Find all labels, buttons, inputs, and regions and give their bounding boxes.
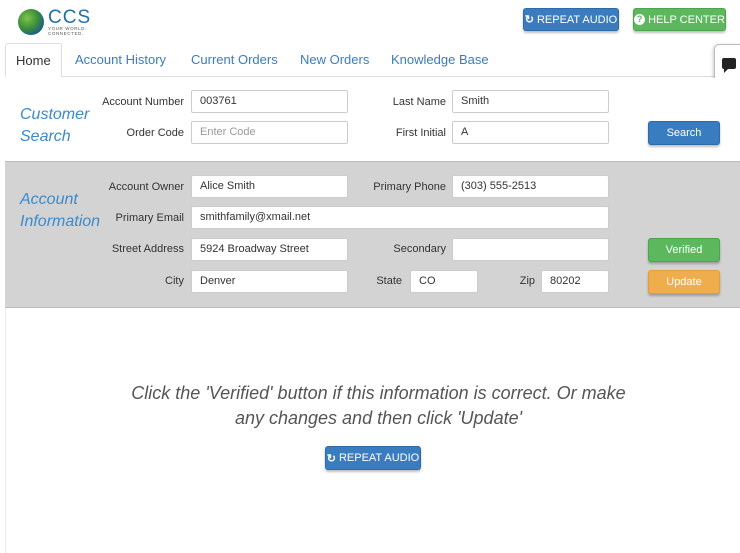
- help-center-label: HELP CENTER: [648, 13, 725, 26]
- nav-tabs: Home Account History Current Orders New …: [5, 43, 740, 77]
- question-circle-icon: ?: [634, 14, 646, 25]
- tab-account-history[interactable]: Account History: [75, 43, 166, 77]
- account-number-label: Account Number: [102, 96, 184, 108]
- refresh-icon: ↻: [524, 14, 534, 26]
- primary-email-label: Primary Email: [115, 212, 184, 224]
- repeat-audio-label: REPEAT AUDIO: [338, 452, 420, 464]
- primary-email-input[interactable]: smithfamily@xmail.net: [191, 206, 609, 229]
- zip-input[interactable]: 80202: [541, 270, 609, 293]
- instruction-message: Click the 'Verified' button if this info…: [131, 383, 626, 428]
- help-center-button[interactable]: ? HELP CENTER: [633, 8, 726, 31]
- tab-knowledge-base[interactable]: Knowledge Base: [391, 43, 489, 77]
- repeat-audio-button-top[interactable]: ↻ REPEAT AUDIO: [523, 8, 619, 31]
- first-initial-input[interactable]: A: [452, 121, 609, 144]
- account-number-input[interactable]: 003761: [191, 90, 348, 113]
- last-name-label: Last Name: [392, 96, 446, 108]
- account-information-title-line2: Information: [20, 213, 101, 230]
- state-label: State: [376, 275, 402, 287]
- city-input[interactable]: Denver: [191, 270, 348, 293]
- state-input[interactable]: CO: [410, 270, 478, 293]
- refresh-icon: ↻: [326, 452, 336, 465]
- order-code-label: Order Code: [126, 127, 184, 139]
- first-initial-label: First Initial: [395, 127, 446, 139]
- account-owner-input[interactable]: Alice Smith: [191, 175, 348, 198]
- street-address-label: Street Address: [111, 243, 184, 255]
- account-owner-label: Account Owner: [108, 181, 184, 193]
- verified-button[interactable]: Verified: [648, 238, 720, 262]
- account-information-title: Account Information: [20, 189, 100, 233]
- logo-tagline: YOUR WORLD. CONNECTED.: [48, 26, 87, 36]
- zip-label: Zip: [519, 275, 535, 287]
- customer-search-title-line2: Search: [20, 128, 71, 145]
- last-name-input[interactable]: Smith: [452, 90, 609, 113]
- tab-new-orders[interactable]: New Orders: [300, 43, 369, 77]
- account-information-section: Account Information Account Owner Alice …: [5, 161, 740, 308]
- customer-search-title-line1: Customer: [20, 106, 90, 123]
- secondary-label: Secondary: [393, 243, 446, 255]
- repeat-audio-button[interactable]: ↻ REPEAT AUDIO: [325, 446, 421, 470]
- customer-search-section: Customer Search Account Number 003761 Or…: [5, 78, 740, 161]
- top-bar: CCS YOUR WORLD. CONNECTED. ↻ REPEAT AUDI…: [0, 0, 740, 42]
- street-address-input[interactable]: 5924 Broadway Street: [191, 238, 348, 261]
- instruction-panel: Click the 'Verified' button if this info…: [5, 309, 740, 553]
- order-code-input[interactable]: Enter Code: [191, 121, 348, 144]
- tab-current-orders[interactable]: Current Orders: [191, 43, 278, 77]
- update-button[interactable]: Update: [648, 270, 720, 294]
- primary-phone-label: Primary Phone: [373, 181, 446, 193]
- account-information-title-line1: Account: [20, 191, 78, 208]
- ccs-logo: CCS YOUR WORLD. CONNECTED.: [18, 7, 98, 38]
- city-label: City: [165, 275, 184, 287]
- customer-search-title: Customer Search: [20, 104, 89, 148]
- primary-phone-input[interactable]: (303) 555-2513: [452, 175, 609, 198]
- secondary-address-input[interactable]: [452, 238, 609, 261]
- chat-icon: [722, 58, 736, 73]
- search-button[interactable]: Search: [648, 121, 720, 145]
- repeat-audio-label: REPEAT AUDIO: [536, 13, 618, 26]
- globe-icon: [18, 9, 44, 35]
- tab-home[interactable]: Home: [5, 43, 62, 77]
